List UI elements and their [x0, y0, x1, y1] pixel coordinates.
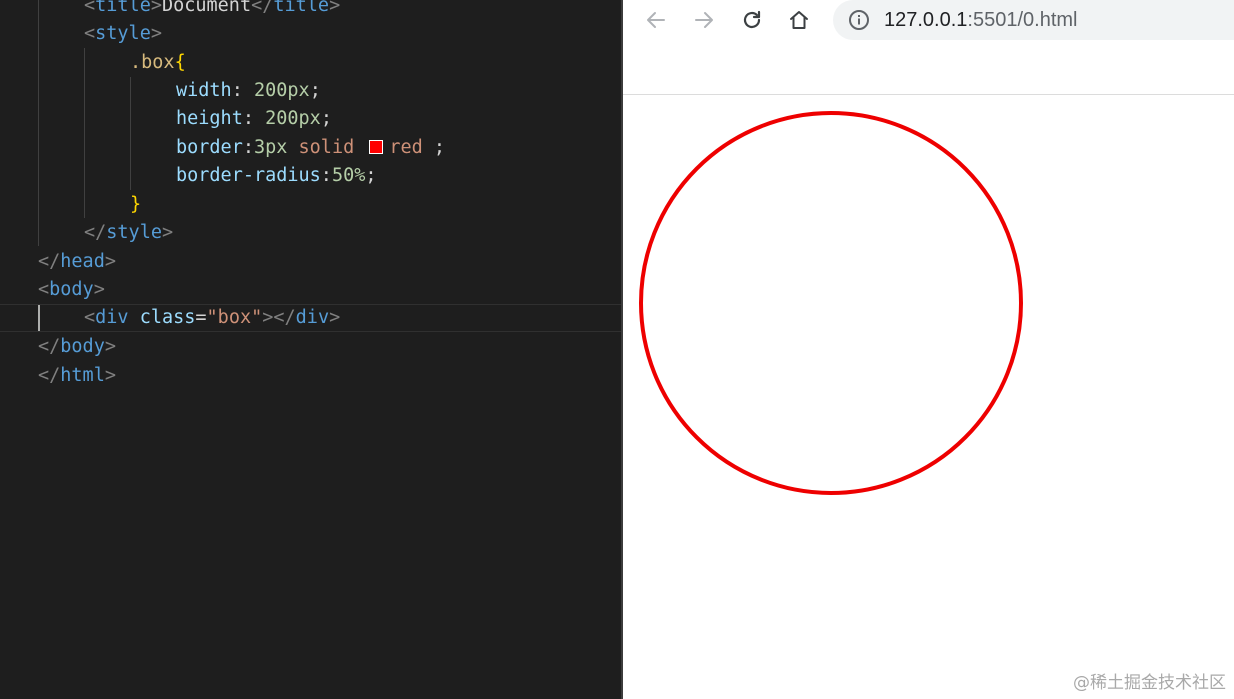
code-line-body-close[interactable]: </body>: [0, 333, 621, 361]
color-swatch[interactable]: [369, 140, 384, 154]
token-color-keyword: red: [389, 137, 423, 158]
token-tag: title: [273, 0, 330, 16]
token-punct: >: [262, 307, 274, 328]
code-line-style-close[interactable]: </style>: [0, 219, 621, 247]
code-line-border[interactable]: border:3px solid red ;: [0, 134, 621, 162]
token-property: border: [176, 137, 243, 158]
token-property: width: [176, 80, 232, 101]
token-tag: style: [106, 222, 162, 243]
back-button[interactable]: [642, 6, 670, 34]
token-punct: </: [38, 251, 61, 272]
code-line-title[interactable]: <title>Document</title>: [0, 0, 621, 20]
code-line-head-close[interactable]: </head>: [0, 248, 621, 276]
token-punct: >: [104, 336, 116, 357]
token-punct: </: [38, 365, 61, 386]
token-text: Document: [161, 0, 252, 16]
token-number: 50%: [331, 165, 366, 186]
info-icon[interactable]: [848, 9, 870, 31]
token-number: 200px: [253, 80, 310, 101]
token-tag: body: [60, 336, 105, 357]
code-line-height[interactable]: height: 200px;: [0, 105, 621, 133]
token-punct: :: [231, 80, 254, 101]
token-punct: >: [329, 307, 341, 328]
reload-icon: [743, 10, 761, 29]
arrow-left-icon: [647, 12, 665, 28]
token-keyword: solid: [298, 137, 355, 158]
token-number: 3px: [253, 137, 288, 158]
url-path: :5501/0.html: [967, 9, 1078, 31]
token-punct: >: [104, 365, 116, 386]
page-viewport: [623, 95, 1234, 699]
token-punct: ;: [422, 137, 446, 158]
code-line-border-radius[interactable]: border-radius:50%;: [0, 162, 621, 190]
token-punct: <: [84, 23, 96, 44]
token-tag: head: [60, 251, 105, 272]
browser-toolbar: 127.0.0.1:5501/0.html: [623, 0, 1234, 95]
text-cursor: [38, 305, 40, 331]
token-punct: :: [242, 137, 254, 158]
token-punct: >: [329, 0, 341, 16]
url-text[interactable]: 127.0.0.1:5501/0.html: [884, 8, 1078, 32]
code-line-div[interactable]: <div class="box"></div>: [0, 304, 621, 332]
token-attribute: class: [139, 307, 196, 328]
address-bar[interactable]: 127.0.0.1:5501/0.html: [833, 0, 1234, 40]
token-tag: div: [295, 307, 330, 328]
token-punct: >: [161, 222, 174, 243]
token-punct: <: [38, 279, 50, 300]
token-punct: <: [84, 0, 96, 16]
token-punct: :: [320, 165, 332, 186]
token-tag: title: [95, 0, 151, 16]
token-punct: </: [38, 336, 61, 357]
token-selector: .box: [130, 52, 175, 73]
forward-button[interactable]: [690, 6, 718, 34]
home-button[interactable]: [785, 6, 813, 34]
token-tag: body: [49, 279, 94, 300]
browser-window: 127.0.0.1:5501/0.html: [623, 0, 1234, 699]
token-tag: style: [95, 23, 151, 44]
token-punct: </: [84, 222, 107, 243]
code-line-body-open[interactable]: <body>: [0, 276, 621, 304]
code-line-html-close[interactable]: </html>: [0, 362, 621, 390]
token-punct: :: [242, 108, 266, 129]
token-punct: ;: [365, 165, 377, 186]
token-punct: <: [84, 307, 96, 328]
red-circle-box: [639, 111, 1023, 495]
token-tag: html: [60, 365, 105, 386]
token-punct: </: [251, 0, 274, 16]
code-line-style-open[interactable]: <style>: [0, 20, 621, 48]
token-punct: </: [273, 307, 296, 328]
token-punct: >: [93, 279, 105, 300]
arrow-right-icon: [695, 12, 713, 28]
token-punct: >: [150, 23, 162, 44]
token-brace: }: [130, 194, 142, 215]
code-line-close-brace[interactable]: }: [0, 191, 621, 219]
token-punct: ;: [309, 80, 321, 101]
token-punct: >: [104, 251, 116, 272]
home-icon: [790, 11, 808, 29]
code-editor[interactable]: <title>Document</title> <style> .box{ wi…: [0, 0, 621, 699]
code-line-selector[interactable]: .box{: [0, 49, 621, 77]
url-host: 127.0.0.1: [884, 9, 968, 31]
code-line-width[interactable]: width: 200px;: [0, 77, 621, 105]
reload-button[interactable]: [738, 6, 766, 34]
token-property: border-radius: [176, 165, 321, 186]
token-punct: =: [195, 307, 207, 328]
token-punct: ;: [320, 108, 332, 129]
token-property: height: [176, 108, 243, 129]
token-brace: {: [174, 52, 186, 73]
token-tag: div: [95, 307, 129, 328]
token-number: 200px: [265, 108, 321, 129]
token-string: "box": [206, 307, 263, 328]
token-punct: >: [150, 0, 162, 16]
watermark: @稀土掘金技术社区: [1073, 673, 1226, 693]
